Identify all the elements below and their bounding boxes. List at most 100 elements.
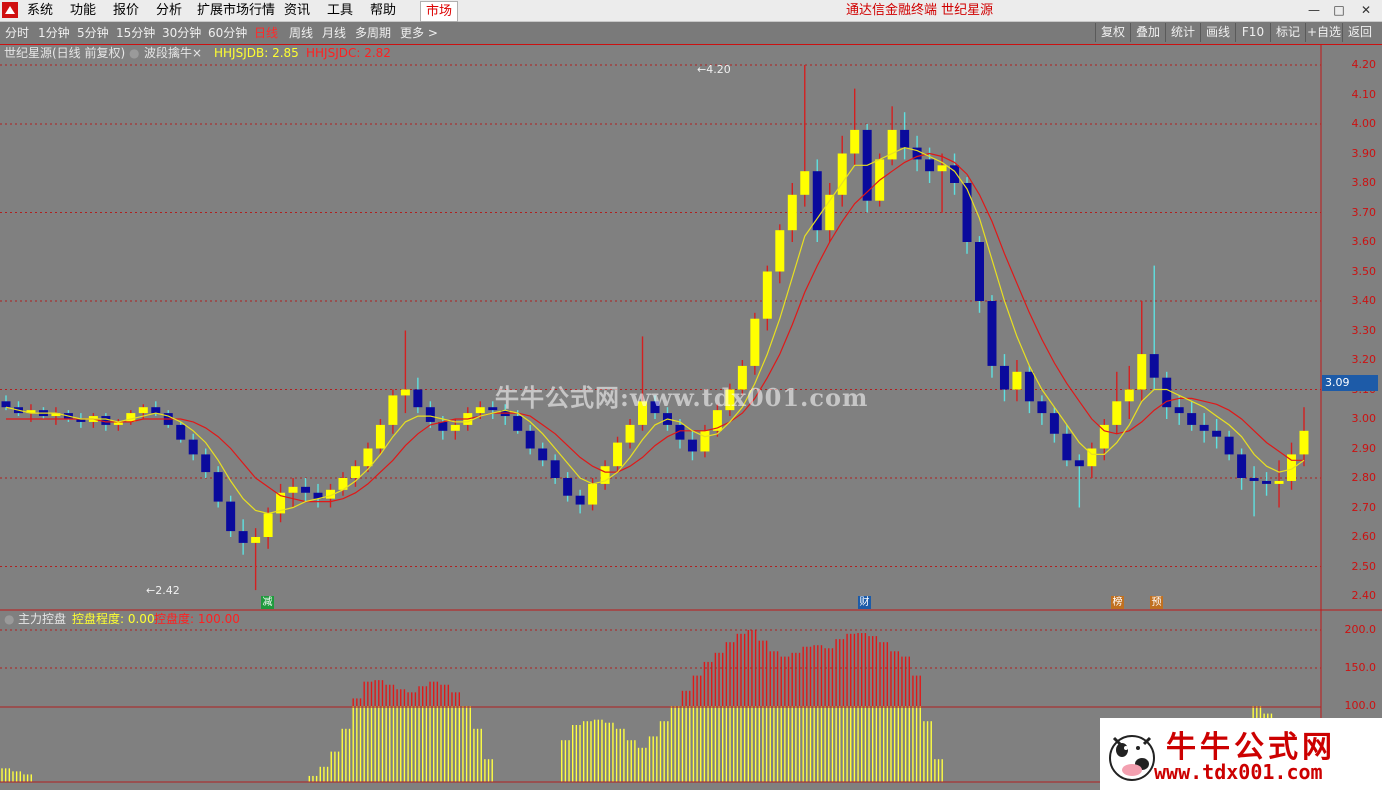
event-marker-reduce[interactable]: 减	[261, 596, 274, 609]
candle-body	[1112, 401, 1122, 425]
candle-body	[438, 421, 448, 431]
chart-grid	[0, 64, 1321, 567]
brand-url: www.tdx001.com	[1154, 760, 1323, 784]
candle-body	[363, 448, 373, 467]
candle-body	[213, 472, 223, 502]
candle-body	[1199, 424, 1209, 431]
candle-body	[1137, 354, 1147, 390]
candle-body	[1174, 407, 1184, 414]
price-tick: 3.70	[1351, 205, 1377, 219]
candle-body	[475, 407, 485, 414]
price-tick: 3.60	[1351, 235, 1377, 248]
candle-body	[613, 442, 623, 467]
candle-body	[1, 401, 11, 408]
candle-body	[1037, 401, 1047, 414]
candle-body	[1162, 377, 1172, 408]
candle-body	[750, 318, 760, 366]
event-marker-finance[interactable]: 财	[858, 596, 871, 609]
candle-body	[588, 483, 598, 505]
price-tick: 3.30	[1351, 323, 1377, 337]
candle-body	[975, 242, 984, 301]
indicator-name[interactable]: 波段擒牛	[144, 46, 192, 61]
candle-body	[151, 407, 161, 414]
candle-body	[188, 439, 198, 455]
candle-body	[450, 424, 460, 431]
candle-body	[251, 537, 261, 543]
candle-body	[925, 159, 935, 172]
candle-body	[388, 395, 398, 425]
candle-body	[563, 478, 573, 496]
candle-body	[850, 129, 860, 154]
candle-body	[625, 424, 635, 443]
candle-body	[413, 389, 423, 408]
candle-body	[775, 230, 785, 272]
candle-body	[1149, 354, 1159, 378]
candle-body	[1124, 389, 1134, 402]
candle-body	[138, 407, 148, 414]
sub-tick: 150.0	[1344, 661, 1377, 674]
price-tick: 2.60	[1351, 530, 1377, 543]
candle-body	[238, 531, 248, 543]
candle-body	[787, 194, 797, 231]
candle-body	[513, 416, 523, 431]
price-tick: 2.80	[1351, 471, 1377, 484]
event-marker-list[interactable]: 榜	[1111, 596, 1124, 609]
high-price-value: 4.20	[706, 63, 731, 76]
current-price-label: 3.09	[1322, 375, 1378, 391]
candle-body	[1299, 430, 1309, 455]
candle-body	[812, 171, 822, 231]
watermark-text: 牛牛公式网:www.tdx001.com	[495, 383, 869, 412]
candle-body	[962, 183, 972, 242]
candle-body	[687, 439, 697, 452]
candle-body	[1249, 478, 1259, 481]
candle-body	[937, 165, 947, 172]
moving-average-lines	[5, 146, 1305, 515]
candle-body	[837, 153, 847, 195]
event-marker-forecast[interactable]: 预	[1150, 596, 1163, 609]
price-tick: 3.50	[1351, 264, 1377, 278]
candle-body	[1212, 430, 1222, 437]
indicator-close-icon[interactable]: ×	[192, 46, 202, 61]
candle-body	[800, 171, 810, 195]
sub-tick: 200.0	[1344, 623, 1377, 636]
candle-body	[525, 430, 535, 449]
candle-body	[762, 271, 772, 319]
candle-body	[999, 365, 1009, 390]
candle-body	[1262, 480, 1272, 484]
candle-body	[101, 416, 111, 425]
stock-title: 世纪星源(日线 前复权)	[4, 46, 126, 60]
indicator-settings-icon[interactable]: ●	[129, 46, 139, 61]
candle-body	[301, 486, 311, 493]
candle-body	[288, 486, 298, 493]
price-tick: 3.40	[1351, 294, 1377, 307]
candle-body	[176, 424, 186, 440]
candle-body	[1187, 413, 1197, 425]
chart-frame	[0, 45, 1382, 790]
sub-indicator-line2-value: 控盘度: 100.00	[154, 612, 240, 626]
candle-body	[900, 129, 910, 148]
price-tick: 4.20	[1351, 58, 1377, 71]
candle-body	[1012, 371, 1022, 390]
candle-body	[1062, 433, 1072, 461]
sub-indicator-name[interactable]: 主力控盘	[18, 612, 66, 627]
candle-body	[1049, 413, 1059, 434]
candle-body	[987, 301, 997, 366]
candle-body	[575, 495, 585, 505]
price-tick: 3.90	[1351, 146, 1377, 160]
indicator-line2-value: HHJSJDC: 2.82	[306, 46, 391, 60]
candle-body	[350, 466, 360, 478]
price-tick: 3.00	[1351, 412, 1377, 425]
candle-body	[226, 501, 236, 532]
candle-body	[538, 448, 548, 461]
price-tick: 4.10	[1351, 87, 1377, 101]
candle-body	[1024, 371, 1034, 402]
price-tick: 2.70	[1351, 500, 1377, 514]
sub-indicator-settings-icon[interactable]: ●	[4, 612, 14, 627]
candle-body	[425, 407, 435, 422]
candle-body	[400, 389, 410, 396]
indicator-line1-value: HHJSJDB: 2.85	[214, 46, 299, 60]
price-tick: 2.40	[1351, 589, 1377, 602]
price-tick: 3.20	[1351, 353, 1377, 366]
price-tick: 2.90	[1351, 441, 1377, 455]
candle-body	[700, 430, 710, 452]
